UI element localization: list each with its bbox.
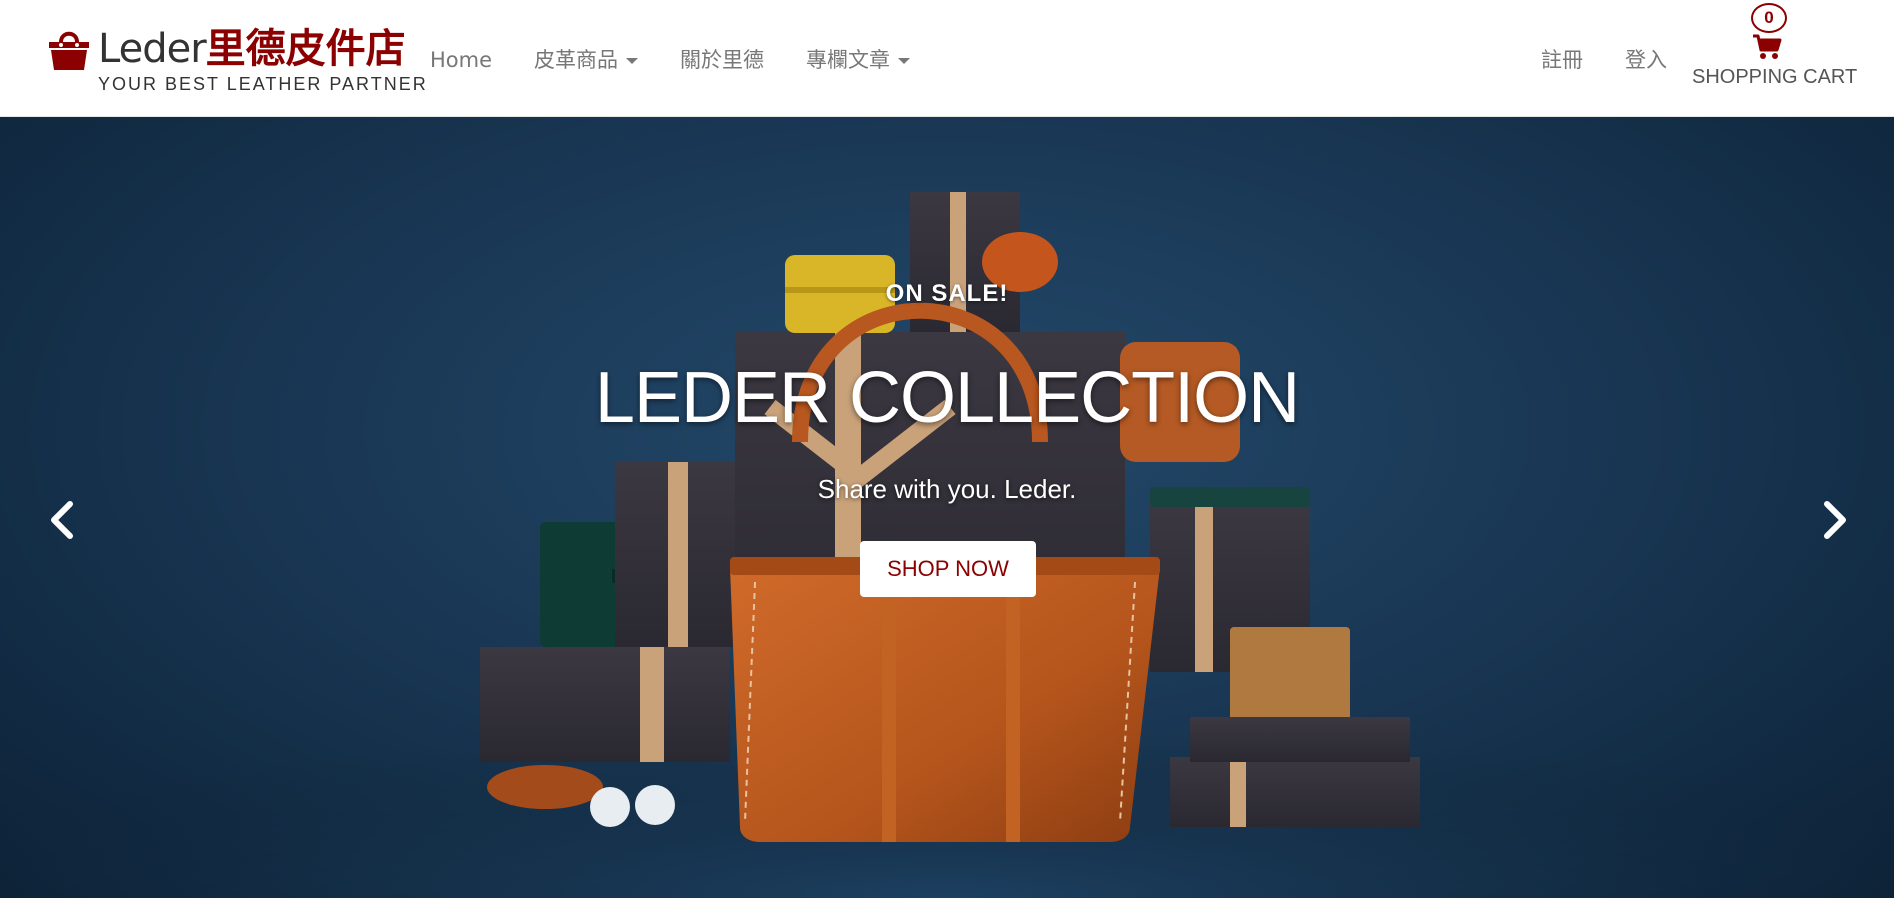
site-navbar: Leder里德皮件店 YOUR BEST LEATHER PARTNER Hom… xyxy=(0,0,1894,117)
brand-logo-link[interactable]: Leder里德皮件店 YOUR BEST LEATHER PARTNER xyxy=(46,22,426,102)
nav-register-label: 註冊 xyxy=(1541,48,1583,72)
nav-register[interactable]: 註冊 xyxy=(1541,40,1583,80)
carousel-next-button[interactable] xyxy=(1813,490,1857,550)
brand-name-chinese: 里德皮件店 xyxy=(205,26,406,72)
nav-about[interactable]: 關於里德 xyxy=(680,40,764,80)
slide-subtitle: Share with you. Leder. xyxy=(817,474,1077,504)
cart-label: SHOPPING CART xyxy=(1692,66,1858,88)
carousel-prev-button[interactable] xyxy=(40,490,84,550)
nav-articles-label: 專欄文章 xyxy=(806,48,891,72)
nav-login[interactable]: 登入 xyxy=(1625,40,1667,80)
nav-home-label: Home xyxy=(430,48,493,72)
nav-articles-dropdown[interactable]: 專欄文章 xyxy=(806,40,911,80)
brand-tagline: YOUR BEST LEATHER PARTNER xyxy=(98,74,428,94)
account-nav: 註冊 登入 xyxy=(1499,40,1667,80)
chevron-left-icon xyxy=(51,501,73,539)
shopping-cart-link[interactable]: 0 SHOPPING CART xyxy=(1692,0,1858,100)
slide-title: LEDER COLLECTION xyxy=(594,358,1300,438)
slide-caption: ON SALE! LEDER COLLECTION Share with you… xyxy=(547,117,1347,898)
slide-kicker: ON SALE! xyxy=(885,280,1009,307)
caret-down-icon xyxy=(898,58,911,64)
nav-about-label: 關於里德 xyxy=(680,48,765,72)
main-nav: Home 皮革商品 關於里德 專欄文章 xyxy=(430,40,952,80)
caret-down-icon xyxy=(626,58,639,64)
chevron-right-icon xyxy=(1824,501,1846,539)
shop-now-button[interactable]: SHOP NOW xyxy=(860,541,1036,597)
nav-login-label: 登入 xyxy=(1625,48,1667,72)
shopping-bag-icon xyxy=(49,31,89,70)
brand-name-latin: Leder xyxy=(98,26,207,72)
nav-home[interactable]: Home xyxy=(430,40,492,80)
hero-carousel: ON SALE! LEDER COLLECTION Share with you… xyxy=(0,117,1894,898)
brand-name: Leder里德皮件店 xyxy=(98,24,406,74)
cart-icon xyxy=(1753,34,1782,59)
nav-leather-goods-label: 皮革商品 xyxy=(534,48,619,72)
nav-leather-goods-dropdown[interactable]: 皮革商品 xyxy=(534,40,639,80)
cart-count-badge: 0 xyxy=(1751,3,1787,33)
